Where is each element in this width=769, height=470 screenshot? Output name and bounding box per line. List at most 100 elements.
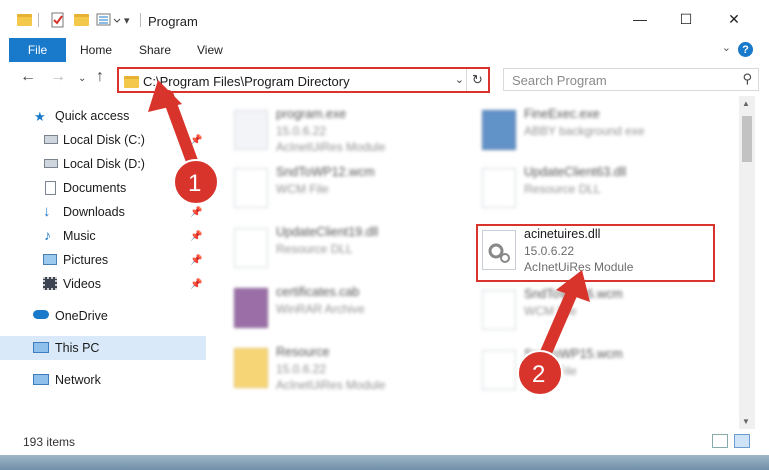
- help-icon[interactable]: ?: [738, 42, 753, 57]
- title-bar: ▾ Program — ☐ ✕: [0, 0, 769, 38]
- search-input[interactable]: Search Program ⚲: [503, 68, 759, 91]
- sidebar-item-label: Quick access: [55, 109, 130, 123]
- documents-icon: [45, 181, 56, 195]
- sidebar-item-music[interactable]: ♪ Music 📌: [0, 224, 206, 248]
- scroll-up-icon[interactable]: ▲: [742, 99, 750, 108]
- file-version: 15.0.6.22: [276, 362, 327, 376]
- file-name: SndToWP12.wcm: [276, 165, 375, 179]
- sidebar-item-label: Network: [55, 373, 101, 387]
- scroll-down-icon[interactable]: ▼: [742, 417, 750, 426]
- tab-file[interactable]: File: [9, 38, 66, 62]
- file-list: program.exe 15.0.6.22 AcInetUiRes Module…: [206, 96, 753, 429]
- file-name: certificates.cab: [276, 285, 360, 299]
- address-bar[interactable]: C:\Program Files\Program Directory ⌄ ↻: [117, 67, 490, 93]
- separator: [38, 13, 39, 27]
- desktop-background: [0, 455, 769, 470]
- search-placeholder: Search Program: [512, 73, 607, 88]
- drive-icon: [44, 135, 58, 144]
- file-item[interactable]: Resource 15.0.6.22 AcInetUiRes Module: [230, 344, 480, 400]
- up-arrow-icon[interactable]: ↑: [96, 68, 104, 86]
- file-type: WCM File: [524, 304, 577, 318]
- address-row: ← → ⌄ ↑ C:\Program Files\Program Directo…: [0, 62, 769, 96]
- sidebar-item-label: Local Disk (D:): [63, 157, 145, 171]
- forward-arrow-icon[interactable]: →: [50, 68, 66, 86]
- address-path[interactable]: C:\Program Files\Program Directory: [143, 74, 350, 89]
- download-icon: ↓: [43, 203, 51, 220]
- vertical-scrollbar[interactable]: ▲ ▼: [739, 96, 755, 429]
- ribbon-tabs: File Home Share View ⌄ ?: [0, 38, 769, 62]
- file-description: ABBY background exe: [524, 124, 645, 138]
- expand-ribbon-icon[interactable]: ⌄: [722, 41, 731, 54]
- close-button[interactable]: ✕: [711, 0, 757, 38]
- minimize-button[interactable]: —: [617, 0, 663, 38]
- sidebar-item-label: OneDrive: [55, 309, 108, 323]
- cloud-icon: [33, 310, 49, 319]
- file-icon: [234, 168, 268, 208]
- sidebar-item-documents[interactable]: Documents 📌: [0, 176, 206, 200]
- sidebar-item-local-disk-c[interactable]: Local Disk (C:) 📌: [0, 128, 206, 152]
- exe-file-icon: [482, 110, 516, 150]
- file-item[interactable]: SndToWP15.wcm WCM File: [478, 346, 728, 402]
- file-item[interactable]: program.exe 15.0.6.22 AcInetUiRes Module: [230, 106, 480, 162]
- file-description: AcInetUiRes Module: [276, 378, 386, 392]
- archive-icon: [234, 288, 268, 328]
- sidebar-item-label: Videos: [63, 277, 101, 291]
- file-item[interactable]: SndToWP16.wcm WCM File: [478, 286, 728, 342]
- file-item[interactable]: UpdateClient63.dll Resource DLL: [478, 164, 728, 220]
- details-view-icon[interactable]: [712, 434, 728, 448]
- maximize-button[interactable]: ☐: [663, 0, 709, 38]
- tab-home[interactable]: Home: [80, 38, 112, 62]
- window-title: Program: [148, 14, 198, 29]
- sidebar-item-network[interactable]: Network: [0, 368, 206, 392]
- file-version: 15.0.6.22: [276, 124, 327, 138]
- scrollbar-thumb[interactable]: [742, 116, 752, 162]
- file-type: WinRAR Archive: [276, 302, 365, 316]
- drive-icon: [44, 159, 58, 168]
- file-description: AcInetUiRes Module: [276, 140, 386, 154]
- sidebar-item-label: Downloads: [63, 205, 125, 219]
- customize-toolbar-icon[interactable]: [96, 12, 121, 28]
- sidebar-item-pictures[interactable]: Pictures 📌: [0, 248, 206, 272]
- pin-icon: 📌: [190, 134, 203, 146]
- back-arrow-icon[interactable]: ←: [20, 68, 36, 86]
- selected-file-highlight: [476, 224, 715, 282]
- computer-icon: [33, 342, 49, 353]
- tab-share[interactable]: Share: [139, 38, 171, 62]
- network-icon: [33, 374, 49, 385]
- videos-icon: [43, 277, 57, 290]
- tab-view[interactable]: View: [197, 38, 223, 62]
- qa-dropdown-icon[interactable]: ▾: [124, 14, 140, 30]
- sidebar-item-videos[interactable]: Videos 📌: [0, 272, 206, 296]
- properties-icon[interactable]: [50, 12, 66, 28]
- separator: [140, 13, 141, 27]
- file-name: UpdateClient63.dll: [524, 165, 627, 179]
- new-folder-icon[interactable]: [74, 12, 90, 28]
- pin-icon: 📌: [190, 206, 203, 218]
- file-explorer-window: ▾ Program — ☐ ✕ File Home Share View ⌄ ?…: [0, 0, 769, 470]
- pin-icon: 📌: [190, 278, 203, 290]
- file-item[interactable]: FineExec.exe ABBY background exe: [478, 106, 728, 162]
- pin-icon: 📌: [190, 182, 203, 194]
- dll-file-icon: [234, 228, 268, 268]
- sidebar-item-downloads[interactable]: ↓ Downloads 📌: [0, 200, 206, 224]
- file-item[interactable]: certificates.cab WinRAR Archive: [230, 284, 480, 340]
- file-item[interactable]: UpdateClient19.dll Resource DLL: [230, 224, 480, 280]
- file-name: program.exe: [276, 107, 347, 121]
- folder-icon: [124, 76, 139, 88]
- recent-locations-icon[interactable]: ⌄: [78, 73, 86, 84]
- sidebar-item-this-pc[interactable]: This PC: [0, 336, 206, 360]
- search-icon: ⚲: [742, 71, 752, 86]
- file-type: WCM File: [524, 364, 577, 378]
- file-item[interactable]: SndToWP12.wcm WCM File: [230, 164, 480, 220]
- sidebar-item-quick-access[interactable]: ★ Quick access: [0, 104, 206, 128]
- item-count: 193 items: [23, 435, 76, 449]
- star-icon: ★: [34, 109, 46, 124]
- sidebar-item-local-disk-d[interactable]: Local Disk (D:): [0, 152, 206, 176]
- refresh-icon[interactable]: ↻: [466, 69, 488, 91]
- status-bar: 193 items: [0, 429, 769, 455]
- address-dropdown-icon[interactable]: ⌄: [455, 73, 464, 86]
- tiles-view-icon[interactable]: [734, 434, 750, 448]
- sidebar-item-onedrive[interactable]: OneDrive: [0, 304, 206, 328]
- file-name: UpdateClient19.dll: [276, 225, 379, 239]
- sidebar-item-label: This PC: [55, 341, 100, 355]
